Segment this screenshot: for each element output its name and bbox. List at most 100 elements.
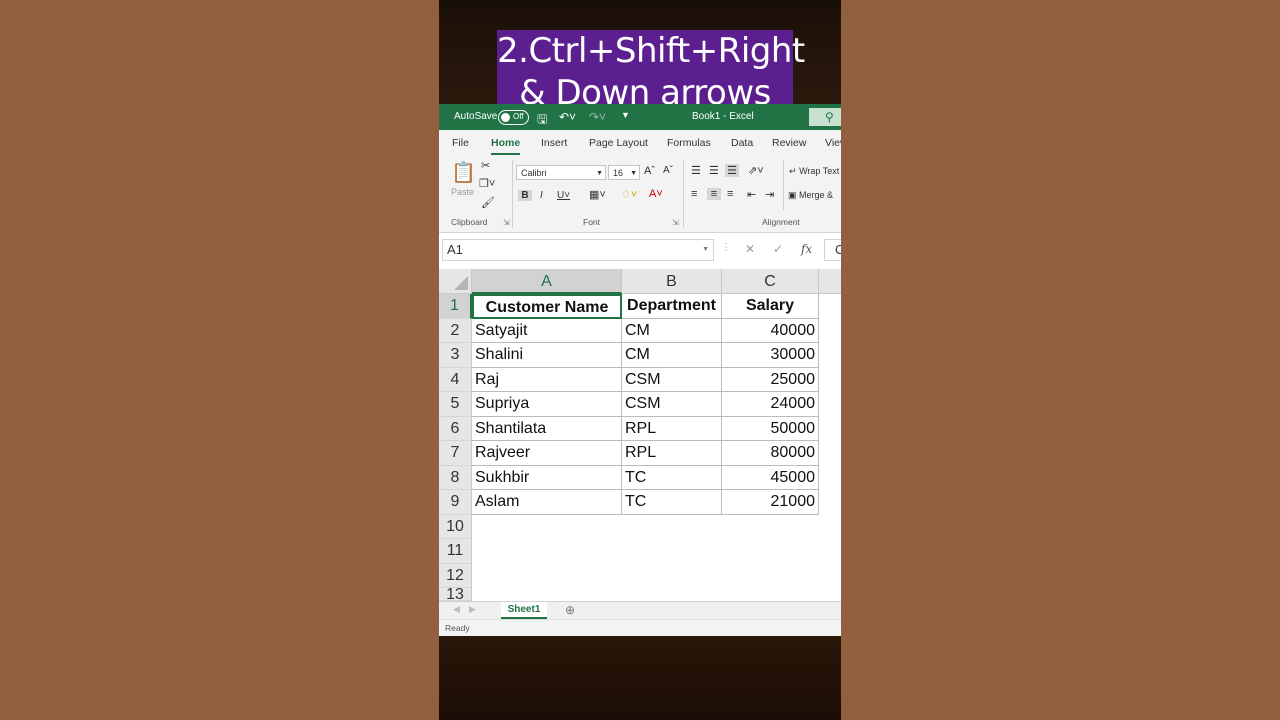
table-cell[interactable]: 50000	[722, 416, 819, 441]
copy-icon[interactable]: ❐˅	[479, 177, 495, 190]
row-header[interactable]: 2	[439, 318, 472, 343]
font-launcher-icon[interactable]: ⇲	[672, 218, 679, 227]
table-cell[interactable]: CSM	[622, 367, 722, 392]
row-header[interactable]: 11	[439, 539, 472, 564]
table-cell[interactable]: Raj	[472, 367, 622, 392]
chevron-down-icon: ▼	[596, 170, 603, 177]
name-box[interactable]: A1 ▼	[442, 239, 714, 261]
row-header[interactable]: 3	[439, 343, 472, 368]
search-box[interactable]: ⚲	[809, 108, 841, 126]
redo-icon[interactable]: ↷˅	[589, 110, 606, 124]
tab-insert[interactable]: Insert	[541, 137, 567, 149]
table-cell[interactable]: 25000	[722, 367, 819, 392]
column-header-c[interactable]: C	[722, 269, 819, 294]
table-cell[interactable]: Shantilata	[472, 416, 622, 441]
cell-a1[interactable]: Customer Name	[472, 294, 622, 319]
tab-review[interactable]: Review	[772, 137, 806, 149]
cell-b1[interactable]: Department	[622, 294, 722, 319]
table-cell[interactable]: Shalini	[472, 343, 622, 368]
row-header[interactable]: 6	[439, 416, 472, 441]
row-header[interactable]: 9	[439, 490, 472, 515]
splitter-handle-icon[interactable]: ⋮	[721, 242, 731, 253]
paste-icon[interactable]: 📋	[451, 160, 476, 185]
font-color-icon[interactable]: A˅	[649, 188, 663, 200]
scroll-left-icon[interactable]: ◀	[453, 604, 460, 615]
table-cell[interactable]: 30000	[722, 343, 819, 368]
align-right-icon[interactable]: ≡	[727, 188, 733, 200]
save-icon[interactable]: 🖫	[537, 110, 547, 131]
table-cell[interactable]: 24000	[722, 392, 819, 417]
font-size-select[interactable]: 16 ▼	[608, 165, 640, 180]
cancel-icon[interactable]: ✕	[745, 242, 755, 256]
cut-icon[interactable]: ✂	[481, 159, 490, 172]
column-header-d[interactable]	[819, 269, 841, 294]
table-cell[interactable]: Satyajit	[472, 318, 622, 343]
table-cell[interactable]: Aslam	[472, 490, 622, 515]
table-cell[interactable]: CSM	[622, 392, 722, 417]
shrink-font-icon[interactable]: Aˇ	[663, 165, 673, 176]
decrease-indent-icon[interactable]: ⇤	[747, 188, 756, 201]
row-header[interactable]: 12	[439, 563, 472, 588]
insert-function-icon[interactable]: fx	[801, 242, 812, 256]
paste-button[interactable]: Paste	[451, 187, 474, 197]
customize-toolbar-icon[interactable]: ▼	[621, 110, 630, 120]
bold-button[interactable]: B	[518, 190, 532, 201]
table-cell[interactable]: CM	[622, 343, 722, 368]
table-cell[interactable]: Rajveer	[472, 441, 622, 466]
tab-formulas[interactable]: Formulas	[667, 137, 711, 149]
enter-icon[interactable]: ✓	[773, 242, 783, 256]
tab-file[interactable]: File	[452, 137, 469, 149]
table-cell[interactable]: TC	[622, 465, 722, 490]
increase-indent-icon[interactable]: ⇥	[765, 188, 774, 201]
table-cell[interactable]: TC	[622, 490, 722, 515]
italic-button[interactable]: I	[540, 190, 543, 201]
cell-c1[interactable]: Salary	[722, 294, 819, 319]
merge-center-button[interactable]: ▣ Merge &	[788, 190, 833, 201]
autosave-toggle[interactable]: Off	[498, 110, 529, 125]
tab-home[interactable]: Home	[491, 137, 521, 155]
align-left-icon[interactable]: ≡	[691, 188, 697, 200]
tab-page-layout[interactable]: Page Layout	[589, 137, 648, 149]
sheet-tab-sheet1[interactable]: Sheet1	[501, 602, 547, 619]
status-text: Ready	[445, 623, 470, 633]
font-name-select[interactable]: Calibri ▼	[516, 165, 606, 180]
table-cell[interactable]: 40000	[722, 318, 819, 343]
wrap-text-label: Wrap Text	[799, 166, 840, 176]
row-header[interactable]: 4	[439, 367, 472, 392]
table-cell[interactable]: RPL	[622, 441, 722, 466]
tab-data[interactable]: Data	[731, 137, 753, 149]
scroll-right-icon[interactable]: ▶	[469, 604, 476, 615]
add-sheet-icon[interactable]: ⊕	[565, 603, 575, 617]
clipboard-launcher-icon[interactable]: ⇲	[503, 218, 510, 227]
row-header[interactable]: 1	[439, 294, 472, 319]
row-header[interactable]: 8	[439, 465, 472, 490]
grow-font-icon[interactable]: Aˆ	[644, 165, 655, 177]
table-cell[interactable]: 21000	[722, 490, 819, 515]
table-cell[interactable]: 80000	[722, 441, 819, 466]
format-painter-icon[interactable]: 🖌	[481, 196, 495, 209]
column-header-b[interactable]: B	[622, 269, 722, 294]
column-header-a[interactable]: A	[472, 269, 622, 294]
select-all-button[interactable]	[439, 269, 472, 294]
row-header[interactable]: 13	[439, 588, 472, 601]
table-cell[interactable]: RPL	[622, 416, 722, 441]
row-header[interactable]: 10	[439, 514, 472, 539]
formula-input[interactable]: C	[824, 239, 841, 261]
table-cell[interactable]: Sukhbir	[472, 465, 622, 490]
underline-button[interactable]: U˅	[557, 190, 570, 201]
wrap-text-button[interactable]: ↵ Wrap Text	[789, 166, 839, 177]
align-middle-icon[interactable]: ☰	[709, 164, 719, 177]
table-cell[interactable]: 45000	[722, 465, 819, 490]
table-cell[interactable]: CM	[622, 318, 722, 343]
align-center-icon[interactable]: ≡	[707, 188, 721, 200]
tab-view[interactable]: View	[825, 137, 841, 149]
row-header[interactable]: 7	[439, 441, 472, 466]
undo-icon[interactable]: ↶˅	[559, 110, 576, 124]
borders-icon[interactable]: ▦˅	[589, 188, 606, 201]
row-header[interactable]: 5	[439, 392, 472, 417]
table-cell[interactable]: Supriya	[472, 392, 622, 417]
align-bottom-icon[interactable]: ☰	[725, 164, 739, 177]
align-top-icon[interactable]: ☰	[691, 164, 701, 177]
orientation-icon[interactable]: ⇗˅	[748, 164, 764, 177]
fill-color-icon[interactable]: ♢˅	[621, 188, 637, 201]
